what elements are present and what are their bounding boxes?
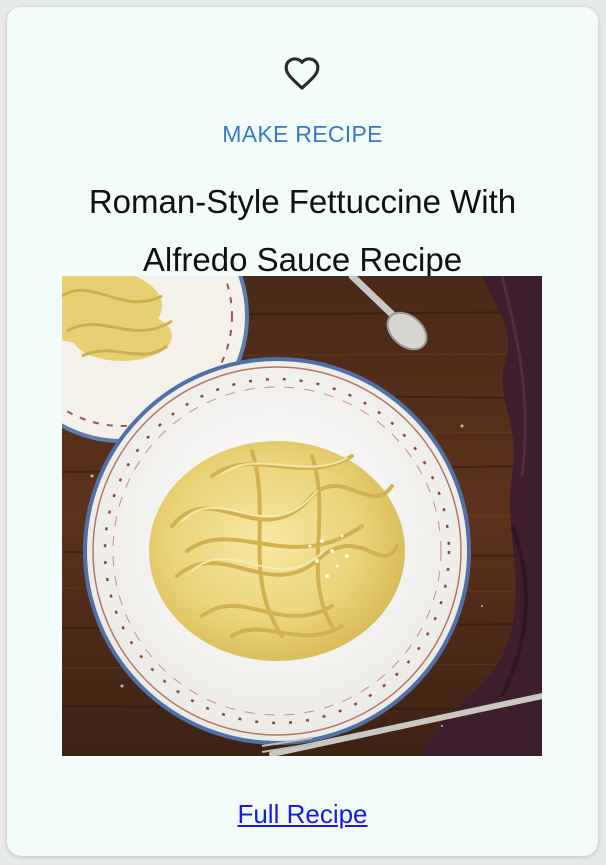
recipe-photo	[62, 276, 542, 756]
favorite-button[interactable]	[283, 54, 321, 92]
make-recipe-label: MAKE RECIPE	[222, 121, 383, 147]
recipe-card: MAKE RECIPE Roman-Style Fettuccine With …	[7, 7, 598, 856]
recipe-title: Roman-Style Fettuccine With Alfredo Sauc…	[88, 183, 517, 278]
full-recipe-link-wrap: Full Recipe	[7, 799, 598, 830]
full-recipe-link[interactable]: Full Recipe	[237, 799, 367, 829]
heart-outline-icon	[284, 57, 320, 90]
